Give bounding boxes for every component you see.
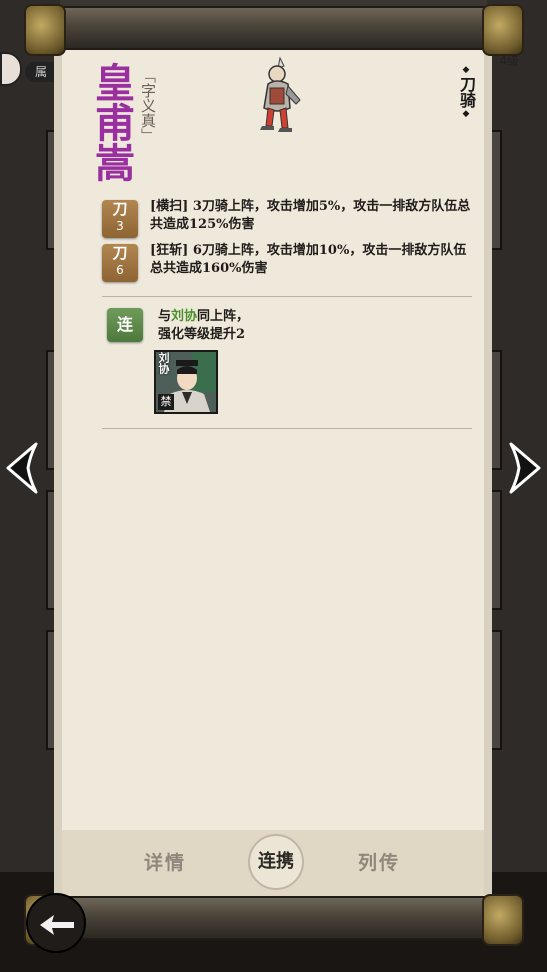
section-divider <box>102 428 472 429</box>
back-arrow-icon <box>40 915 74 935</box>
portrait-name: 刘协 <box>157 352 170 374</box>
combo-badge: 连 <box>107 308 143 342</box>
unit-type-text: 刀骑 <box>457 76 476 108</box>
combo-effect: 强化等级提升2 <box>158 327 246 342</box>
skill-row: 刀 3 [横扫] 3刀骑上阵，攻击增加5%，攻击一排敌方队伍总共造成125%伤害 <box>102 198 482 240</box>
skill-badge-char: 刀 <box>112 244 128 262</box>
section-divider <box>102 296 472 297</box>
portrait-tag: 禁 <box>158 394 174 410</box>
tab-combo[interactable]: 连携 <box>248 834 304 890</box>
skill-badge: 刀 6 <box>102 244 138 282</box>
scroll-rod-bottom <box>24 894 524 946</box>
skill-badge-count: 3 <box>116 219 124 233</box>
courtesy-close-mark: 」 <box>139 128 157 143</box>
tab-bar: 详情 连携 列传 <box>62 830 484 896</box>
hero-name: 皇甫嵩 <box>88 62 135 182</box>
scroll-rod-top <box>24 4 524 56</box>
skill-badge-count: 6 <box>116 263 124 277</box>
unit-type-label: ◆ 刀骑 ◆ <box>454 64 478 120</box>
diamond-icon: ◆ <box>462 65 470 75</box>
tab-detail[interactable]: 详情 <box>144 848 186 875</box>
hero-sprite-icon <box>260 56 301 132</box>
scroll-cap-icon <box>24 4 66 56</box>
scroll-cap-icon <box>482 894 524 946</box>
skill-badge-char: 刀 <box>112 200 128 218</box>
courtesy-open-mark: 「 <box>139 68 157 83</box>
tab-biography[interactable]: 列传 <box>358 848 400 875</box>
courtesy-label: 字 <box>139 83 157 98</box>
skill-row: 刀 6 [狂斩] 6刀骑上阵，攻击增加10%，攻击一排敌方队伍总共造成160%伤… <box>102 242 482 284</box>
next-hero-arrow-icon[interactable] <box>501 440 545 496</box>
skill-description: [横扫] 3刀骑上阵，攻击增加5%，攻击一排敌方队伍总共造成125%伤害 <box>150 199 471 232</box>
previous-hero-arrow-icon[interactable] <box>2 440 46 496</box>
combo-partner-name: 刘协 <box>171 309 198 324</box>
skill-description: [狂斩] 6刀骑上阵，攻击增加10%，攻击一排敌方队伍总共造成160%伤害 <box>150 243 467 276</box>
combo-prefix: 与 <box>158 309 172 324</box>
hero-scroll-panel: 皇甫嵩 「字义真」 ◆ 刀骑 ◆ 刀 3 [横扫] 3刀骑上阵，攻击增加5%，攻… <box>54 46 492 898</box>
partner-portrait[interactable]: 刘协 禁 <box>154 350 218 414</box>
scroll-cap-icon <box>482 4 524 56</box>
hero-courtesy-name: 「字义真」 <box>136 68 158 143</box>
skill-badge: 刀 3 <box>102 200 138 238</box>
combo-description: 与刘协同上阵， 强化等级提升2 <box>158 308 458 344</box>
combo-suffix: 同上阵， <box>197 309 250 324</box>
diamond-icon: ◆ <box>462 109 470 119</box>
back-button[interactable] <box>26 893 86 953</box>
courtesy-name: 义真 <box>139 98 157 128</box>
